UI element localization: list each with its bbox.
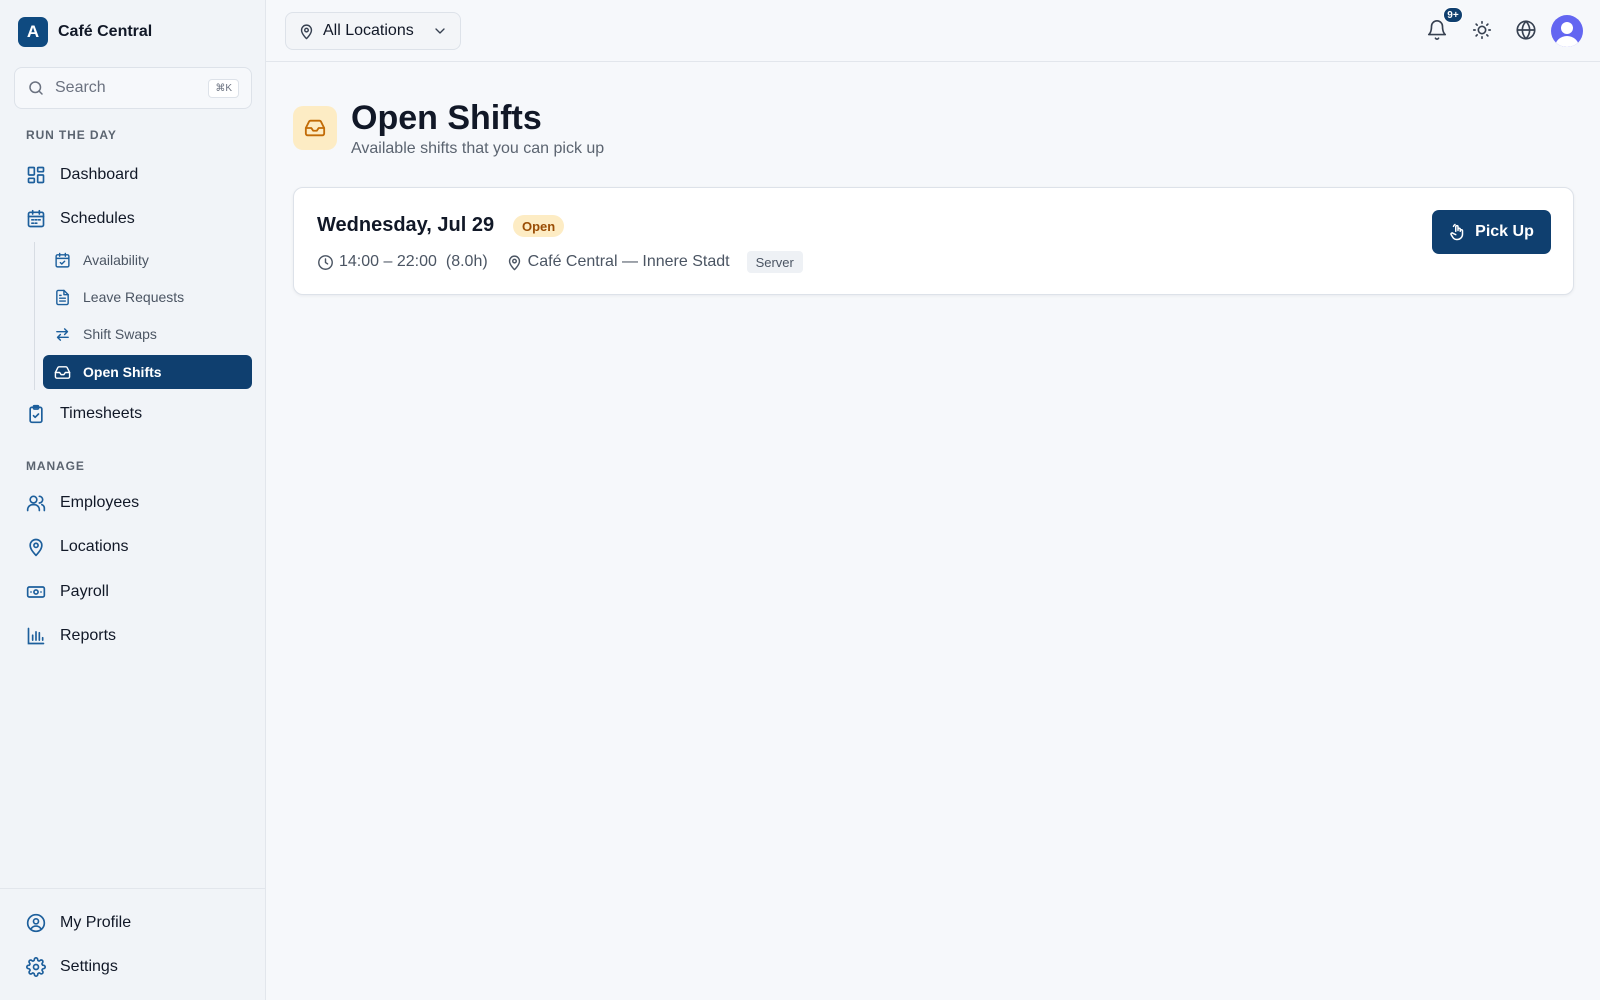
sidebar-item-leave-requests[interactable]: Leave Requests [43,280,252,314]
sidebar-item-payroll[interactable]: Payroll [14,574,252,610]
brand[interactable]: A Café Central [18,16,152,48]
sidebar-item-employees[interactable]: Employees [14,485,252,521]
inbox-icon [304,117,326,139]
topbar: All Locations 9+ [266,0,1600,62]
sidebar-item-label: Locations [60,538,129,555]
sidebar-item-label: My Profile [60,914,132,931]
location-select-value: All Locations [323,22,414,39]
theme-toggle-button[interactable] [1471,19,1495,43]
swap-arrows-icon [54,326,71,343]
sidebar-item-timesheets[interactable]: Timesheets [14,396,252,432]
banknote-icon [26,582,46,602]
clock-icon [317,254,334,271]
shift-duration: (8.0h) [445,253,488,270]
search-input[interactable]: Search ⌘K [14,67,252,109]
notifications-badge: 9+ [1443,7,1463,23]
sidebar-item-label: Dashboard [60,166,139,183]
hand-pointer-icon [1449,223,1467,241]
sidebar-item-dashboard[interactable]: Dashboard [14,157,252,193]
search-placeholder: Search [55,79,106,96]
sidebar-item-shift-swaps[interactable]: Shift Swaps [43,317,252,351]
clipboard-check-icon [26,404,46,424]
map-pin-icon [26,537,46,557]
sidebar-item-label: Availability [83,252,149,268]
brand-logo: A [18,17,48,47]
sidebar-item-label: Employees [60,494,140,511]
chevron-down-icon [432,23,448,39]
page-title: Open Shifts [351,99,542,137]
sidebar-item-my-profile[interactable]: My Profile [14,905,252,941]
sidebar-item-label: Timesheets [60,405,143,422]
user-circle-icon [26,913,46,933]
shift-meta: 14:00 – 22:00 (8.0h) Café Central — Inne… [317,250,803,274]
search-shortcut: ⌘K [208,78,239,98]
inbox-icon [54,364,71,381]
search-icon [27,79,45,97]
page-icon [293,106,337,150]
sidebar-item-locations[interactable]: Locations [14,529,252,565]
status-badge: Open [513,215,565,237]
shift-date: Wednesday, Jul 29 [317,214,495,236]
map-pin-icon [298,23,315,40]
map-pin-icon [506,254,523,271]
shift-card: Wednesday, Jul 29 Open 14:00 – 22:00 (8.… [293,187,1574,295]
pick-up-button[interactable]: Pick Up [1432,210,1551,254]
sidebar-item-label: Shift Swaps [83,326,157,342]
sidebar-item-reports[interactable]: Reports [14,618,252,654]
gear-icon [26,957,46,977]
sidebar-item-label: Payroll [60,583,109,600]
sidebar-item-label: Open Shifts [83,364,162,380]
sidebar-item-label: Settings [60,958,118,975]
bar-chart-icon [26,626,46,646]
location-select[interactable]: All Locations [285,12,461,50]
page-subtitle: Available shifts that you can pick up [351,140,605,157]
sidebar-item-label: Reports [60,627,117,644]
bell-icon [1426,19,1450,41]
brand-name: Café Central [58,23,153,40]
sidebar-item-label: Leave Requests [83,289,185,305]
calendar-icon [26,209,46,229]
sidebar-item-settings[interactable]: Settings [14,949,252,985]
shift-location: Café Central — Innere Stadt [527,253,730,270]
sidebar: A Café Central Search ⌘K RUN THE DAY Das… [0,0,266,1000]
section-label-run-the-day: RUN THE DAY [26,128,117,142]
shift-time: 14:00 – 22:00 [339,253,437,270]
sidebar-item-label: Schedules [60,210,135,227]
notifications-button[interactable] [1426,19,1450,43]
sidebar-footer: My Profile Settings [0,888,265,1000]
users-icon [26,493,46,513]
language-button[interactable] [1515,19,1539,43]
sun-icon [1471,19,1495,41]
sidebar-item-schedules[interactable]: Schedules [14,201,252,237]
dashboard-icon [26,165,46,185]
role-tag: Server [746,251,803,273]
file-text-icon [54,289,71,306]
sidebar-item-open-shifts[interactable]: Open Shifts [43,355,252,389]
section-label-manage: MANAGE [26,459,85,473]
avatar[interactable] [1551,15,1583,47]
globe-icon [1515,19,1539,41]
calendar-check-icon [54,252,71,269]
sidebar-item-availability[interactable]: Availability [43,243,252,277]
pick-up-label: Pick Up [1475,223,1534,240]
submenu-guide-line [34,242,35,390]
